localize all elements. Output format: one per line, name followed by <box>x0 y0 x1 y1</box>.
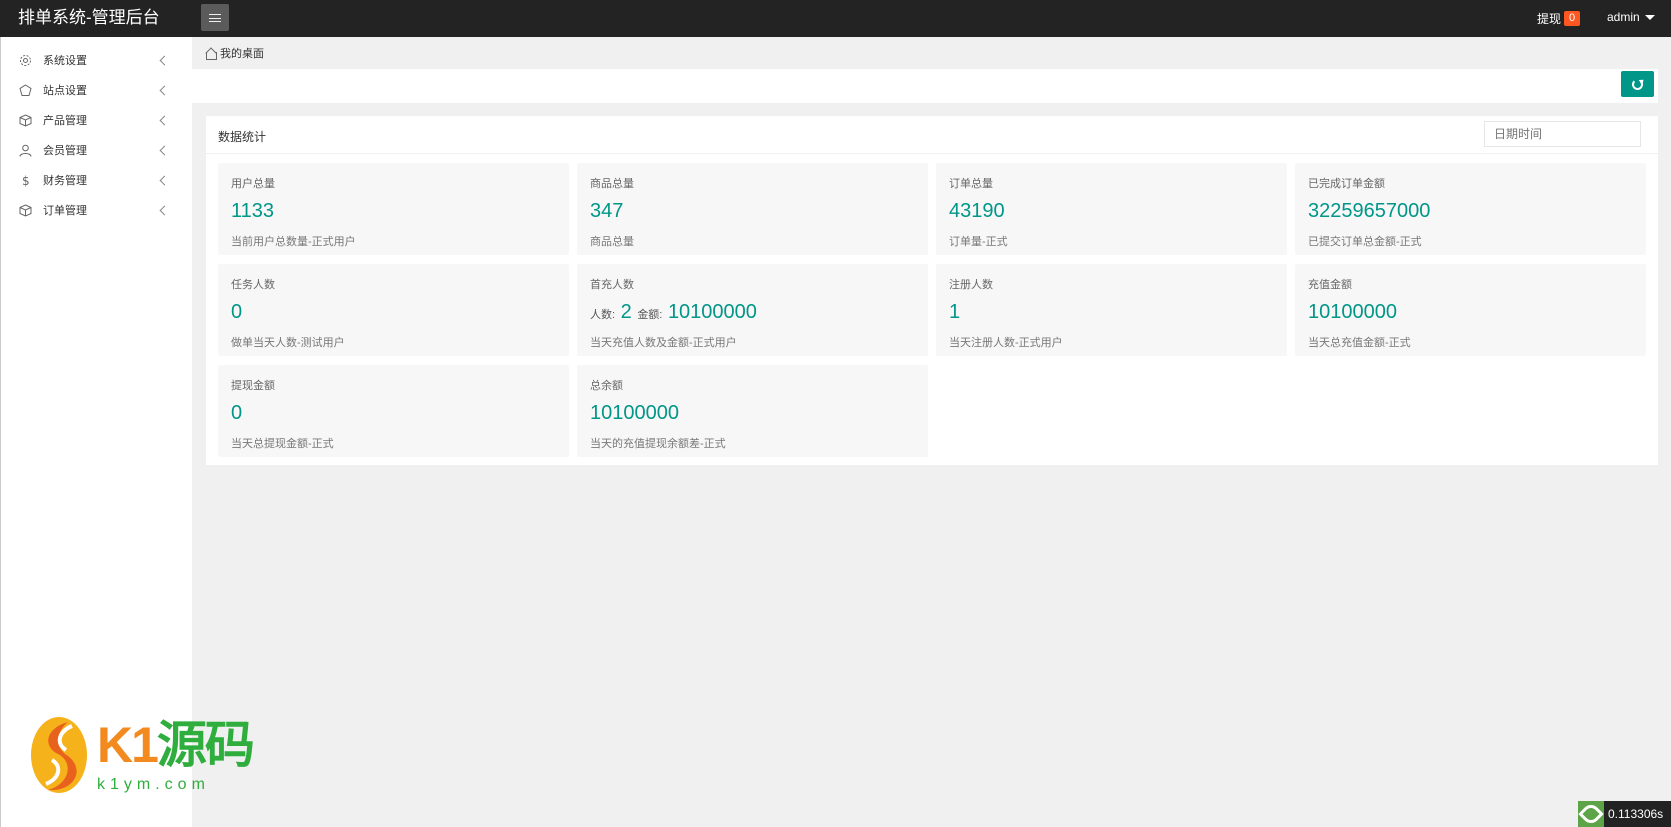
card-subtitle: 当天的充值提现余额差-正式 <box>590 438 726 450</box>
stat-card-total-orders: 订单总量 43190 订单量-正式 <box>936 163 1287 255</box>
user-icon <box>18 143 32 157</box>
card-title: 首充人数 <box>590 279 634 291</box>
chevron-left-icon <box>159 205 170 215</box>
watermark-brand: K1源码 <box>97 717 255 773</box>
card-subtitle: 已提交订单总金额-正式 <box>1308 236 1422 248</box>
chevron-left-icon <box>159 175 170 185</box>
caret-down-icon <box>1644 14 1655 20</box>
site-icon <box>18 83 32 97</box>
hamburger-icon <box>209 13 221 22</box>
card-title: 已完成订单金额 <box>1308 178 1385 190</box>
amount-label: 金额: <box>637 309 663 321</box>
menu-toggle-button[interactable] <box>201 4 229 31</box>
watermark-url: k1ym.com <box>97 776 210 793</box>
card-value-compound: 人数: 2 金额: 10100000 <box>590 300 757 327</box>
chevron-left-icon <box>159 85 170 95</box>
count-value: 2 <box>620 301 632 323</box>
watermark-brand-k1: K1 <box>97 717 159 773</box>
sidebar-item-label: 会员管理 <box>43 145 87 157</box>
card-value: 10100000 <box>590 402 679 424</box>
toolbar <box>192 69 1658 103</box>
card-title: 订单总量 <box>949 178 993 190</box>
card-title: 总余额 <box>590 380 623 392</box>
app-title: 排单系统-管理后台 <box>18 8 160 27</box>
refresh-icon <box>1632 78 1643 90</box>
card-title: 注册人数 <box>949 279 993 291</box>
card-value: 347 <box>590 200 624 222</box>
sidebar-item-label: 产品管理 <box>43 115 87 127</box>
chevron-left-icon <box>159 145 170 155</box>
stat-card-recharge-amount: 充值金额 10100000 当天总充值金额-正式 <box>1295 264 1646 356</box>
card-subtitle: 当天注册人数-正式用户 <box>949 337 1063 349</box>
top-header: 排单系统-管理后台 提现 0 admin <box>0 0 1671 37</box>
stat-card-withdraw-amount: 提现金额 0 当天总提现金额-正式 <box>218 365 569 457</box>
sidebar-item-label: 财务管理 <box>43 175 87 187</box>
card-title: 充值金额 <box>1308 279 1352 291</box>
refresh-button[interactable] <box>1621 71 1654 97</box>
breadcrumb-home: 我的桌面 <box>220 48 264 60</box>
stat-card-total-balance: 总余额 10100000 当天的充值提现余额差-正式 <box>577 365 928 457</box>
sidebar-item-site-settings[interactable]: 站点设置 <box>1 75 193 105</box>
stat-card-total-products: 商品总量 347 商品总量 <box>577 163 928 255</box>
home-icon <box>205 48 217 60</box>
sidebar-item-finance-management[interactable]: $ 财务管理 <box>1 165 193 195</box>
card-title: 用户总量 <box>231 178 275 190</box>
panel-header: 数据统计 <box>206 116 1658 154</box>
card-value: 0 <box>231 402 243 424</box>
card-subtitle: 当前用户总数量-正式用户 <box>231 236 356 248</box>
sidebar-item-system-settings[interactable]: 系统设置 <box>1 45 193 75</box>
card-title: 提现金额 <box>231 380 275 392</box>
sidebar-item-member-management[interactable]: 会员管理 <box>1 135 193 165</box>
stat-card-registered-users: 注册人数 1 当天注册人数-正式用户 <box>936 264 1287 356</box>
card-value: 1133 <box>231 200 275 222</box>
username: admin <box>1607 10 1640 24</box>
chevron-left-icon <box>159 115 170 125</box>
panel-title: 数据统计 <box>218 130 267 144</box>
card-subtitle: 订单量-正式 <box>949 236 1008 248</box>
sidebar-item-order-management[interactable]: 订单管理 <box>1 195 193 225</box>
stat-card-completed-order-amount: 已完成订单金额 32259657000 已提交订单总金额-正式 <box>1295 163 1646 255</box>
box-icon <box>18 203 32 217</box>
amount-value: 10100000 <box>667 301 757 323</box>
sidebar-item-label: 订单管理 <box>43 205 87 217</box>
dollar-icon: $ <box>18 173 32 187</box>
withdraw-label: 提现 <box>1537 12 1562 26</box>
leaf-icon <box>1578 801 1604 827</box>
card-value: 0 <box>231 301 243 323</box>
card-value: 43190 <box>949 200 1005 222</box>
card-value: 1 <box>949 301 961 323</box>
card-subtitle: 做单当天人数-测试用户 <box>231 337 345 349</box>
card-title: 商品总量 <box>590 178 634 190</box>
k1-logo-icon <box>31 717 87 793</box>
card-subtitle: 当天充值人数及金额-正式用户 <box>590 337 737 349</box>
gear-icon <box>18 53 32 67</box>
sidebar-item-label: 系统设置 <box>43 55 87 67</box>
stat-card-total-users: 用户总量 1133 当前用户总数量-正式用户 <box>218 163 569 255</box>
sidebar-item-label: 站点设置 <box>43 85 87 97</box>
card-value: 10100000 <box>1308 301 1397 323</box>
card-subtitle: 当天总提现金额-正式 <box>231 438 334 450</box>
timer-value: 0.113306s <box>1608 807 1664 821</box>
stats-panel: 数据统计 用户总量 1133 当前用户总数量-正式用户 商品总量 347 商品总… <box>206 116 1658 465</box>
card-value: 32259657000 <box>1308 200 1431 222</box>
stat-card-first-recharge: 首充人数 人数: 2 金额: 10100000 当天充值人数及金额-正式用户 <box>577 264 928 356</box>
sidebar: 系统设置 站点设置 产品管理 会员管理 $ 财务管理 订单管理 <box>0 37 192 827</box>
stat-card-task-users: 任务人数 0 做单当天人数-测试用户 <box>218 264 569 356</box>
count-label: 人数: <box>590 309 616 321</box>
sidebar-item-product-management[interactable]: 产品管理 <box>1 105 193 135</box>
user-menu[interactable]: admin <box>1607 10 1655 24</box>
date-time-input[interactable] <box>1484 121 1641 147</box>
svg-text:$: $ <box>22 174 30 187</box>
watermark-brand-cn: 源码 <box>156 717 255 773</box>
withdraw-count-badge: 0 <box>1564 11 1581 26</box>
cube-icon <box>18 113 32 127</box>
withdraw-link[interactable]: 提现 0 <box>1537 10 1581 27</box>
breadcrumb[interactable]: 我的桌面 <box>205 45 264 61</box>
page-timer[interactable]: 0.113306s <box>1578 801 1671 827</box>
card-subtitle: 当天总充值金额-正式 <box>1308 337 1411 349</box>
card-title: 任务人数 <box>231 279 275 291</box>
chevron-left-icon <box>159 55 170 65</box>
card-subtitle: 商品总量 <box>590 236 634 248</box>
